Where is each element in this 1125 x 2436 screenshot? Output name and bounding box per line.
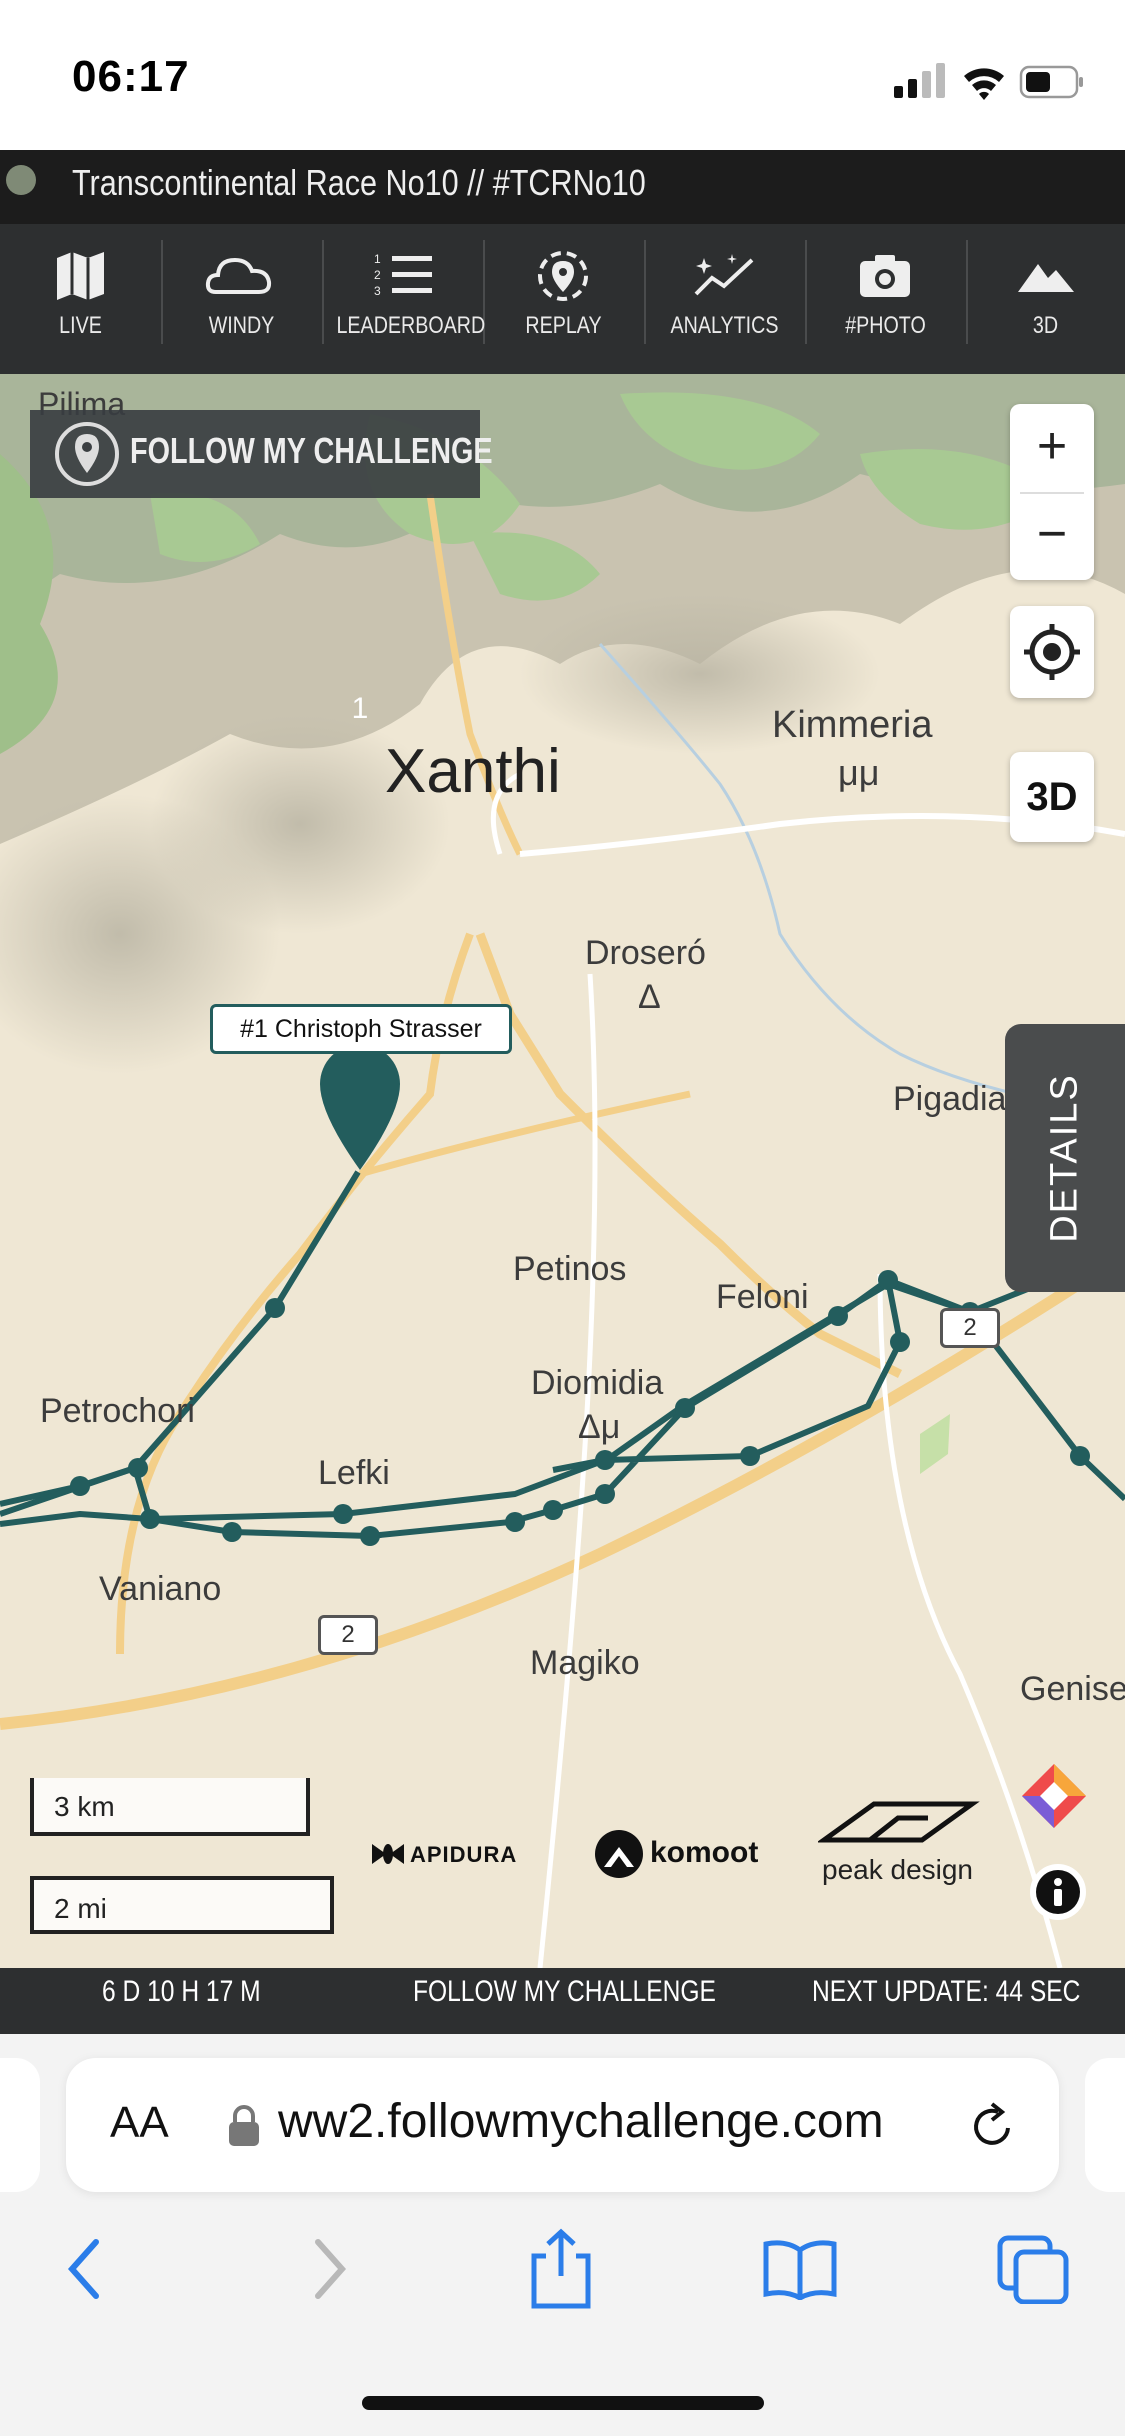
cloud-icon [205, 257, 272, 294]
info-button[interactable] [1030, 1864, 1086, 1920]
nav-replay[interactable]: REPLAY [483, 224, 644, 374]
place-label: Genise [1020, 1670, 1125, 1708]
rider-marker[interactable] [320, 1044, 400, 1170]
map-canvas[interactable] [0, 374, 1125, 1968]
place-label: Petinos [513, 1250, 627, 1288]
nav-label: 3D [1032, 312, 1059, 339]
prev-tab-edge[interactable] [0, 2058, 40, 2192]
scale-mi: 2 mi [30, 1876, 334, 1934]
place-label: Petrochori [40, 1392, 195, 1430]
status-icons [894, 63, 1083, 100]
svg-text:3: 3 [374, 284, 381, 298]
battery-icon [1019, 65, 1083, 99]
app-logo-icon [1020, 1762, 1088, 1830]
follow-my-challenge-badge[interactable]: FOLLOW MY CHALLENGE [30, 410, 493, 498]
place-label: Droseró [585, 934, 706, 972]
nav-leaderboard[interactable]: 1 2 3 LEADERBOARD [322, 224, 486, 374]
badge-text: FOLLOW MY CHALLENGE [130, 430, 493, 471]
3d-button[interactable]: 3D [1010, 752, 1094, 842]
share-icon[interactable] [528, 2226, 594, 2310]
road-shield: 2 [940, 1308, 1000, 1348]
mountain-icon [1018, 264, 1074, 292]
status-dot-icon [6, 165, 36, 195]
map-view[interactable]: 2 2 Pilima Xanthi Kimmeria μμ Droseró Δ … [0, 374, 1125, 1968]
svg-text:2: 2 [374, 268, 381, 282]
svg-text:1: 1 [374, 252, 381, 266]
nav-label: WINDY [208, 312, 275, 339]
place-label: Pigadia [893, 1080, 1007, 1118]
nav-live[interactable]: LIVE [0, 224, 161, 374]
komoot-icon [595, 1830, 643, 1878]
map-icon [57, 252, 104, 300]
race-title: Transcontinental Race No10 // #TCRNo10 [72, 162, 646, 203]
komoot-logo: komoot [594, 1826, 764, 1882]
forward-icon[interactable] [304, 2234, 354, 2304]
bee-icon [372, 1844, 404, 1864]
elapsed-time: 6 D 10 H 17 M [102, 1975, 261, 2008]
reader-aa-button[interactable]: AA [110, 2098, 169, 2148]
peak-design-logo: peak design [818, 1798, 988, 1894]
nav-3d[interactable]: 3D [966, 224, 1125, 374]
details-tab[interactable]: DETAILS [1005, 1024, 1125, 1292]
nav-photo[interactable]: #PHOTO [805, 224, 966, 374]
info-icon [1036, 1870, 1080, 1914]
apidura-logo: APIDURA [368, 1834, 538, 1878]
nav-windy[interactable]: WINDY [161, 224, 322, 374]
brand-text: FOLLOW MY CHALLENGE [412, 1975, 716, 2008]
next-tab-edge[interactable] [1085, 2058, 1125, 2192]
status-time: 06:17 [72, 52, 190, 101]
rider-pin-number: 1 [351, 692, 369, 725]
list-icon: 1 2 3 [374, 252, 432, 298]
nav-label: LIVE [59, 312, 102, 339]
home-indicator [362, 2396, 764, 2410]
rider-label[interactable]: #1 Christoph Strasser [210, 1004, 512, 1054]
place-label: Δ [638, 978, 661, 1016]
location-pin-icon [55, 422, 119, 486]
signal-icon [894, 63, 945, 98]
camera-icon [860, 255, 910, 297]
place-label: Kimmeria [772, 704, 933, 746]
peak-design-icon [818, 1801, 980, 1843]
place-label: Magiko [530, 1644, 640, 1682]
nav-label: LEADERBOARD [336, 312, 486, 339]
place-label-city: Xanthi [385, 737, 561, 806]
reload-icon[interactable] [964, 2098, 1020, 2154]
wifi-icon [964, 68, 1004, 100]
zoom-in-button[interactable]: + [1010, 404, 1094, 492]
place-label: Diomidia [531, 1364, 664, 1402]
url-text[interactable]: ww2.followmychallenge.com [278, 2094, 884, 2149]
details-label: DETAILS [1043, 1073, 1086, 1243]
scale-km: 3 km [30, 1778, 310, 1836]
replay-icon [538, 251, 588, 301]
analytics-icon [694, 254, 754, 296]
road-shield: 2 [318, 1615, 378, 1655]
nav-label: ANALYTICS [670, 312, 779, 339]
bookmarks-icon[interactable] [760, 2236, 840, 2300]
back-icon[interactable] [60, 2234, 110, 2304]
zoom-out-button[interactable]: − [1010, 492, 1094, 580]
lock-icon [229, 2105, 259, 2146]
place-label: Vaniano [99, 1570, 222, 1608]
place-label: Lefki [318, 1454, 390, 1492]
nav-analytics[interactable]: ANALYTICS [644, 224, 805, 374]
next-update: NEXT UPDATE: 44 SEC [812, 1975, 1081, 2008]
nav-label: #PHOTO [845, 312, 926, 339]
place-label: μμ [838, 752, 880, 793]
zoom-control: + − [1010, 404, 1094, 580]
target-icon [1024, 624, 1080, 680]
locate-button[interactable] [1010, 606, 1094, 698]
place-label: Δμ [578, 1408, 621, 1446]
nav-label: REPLAY [525, 312, 602, 339]
place-label: Feloni [716, 1278, 809, 1316]
tabs-icon[interactable] [996, 2234, 1072, 2304]
